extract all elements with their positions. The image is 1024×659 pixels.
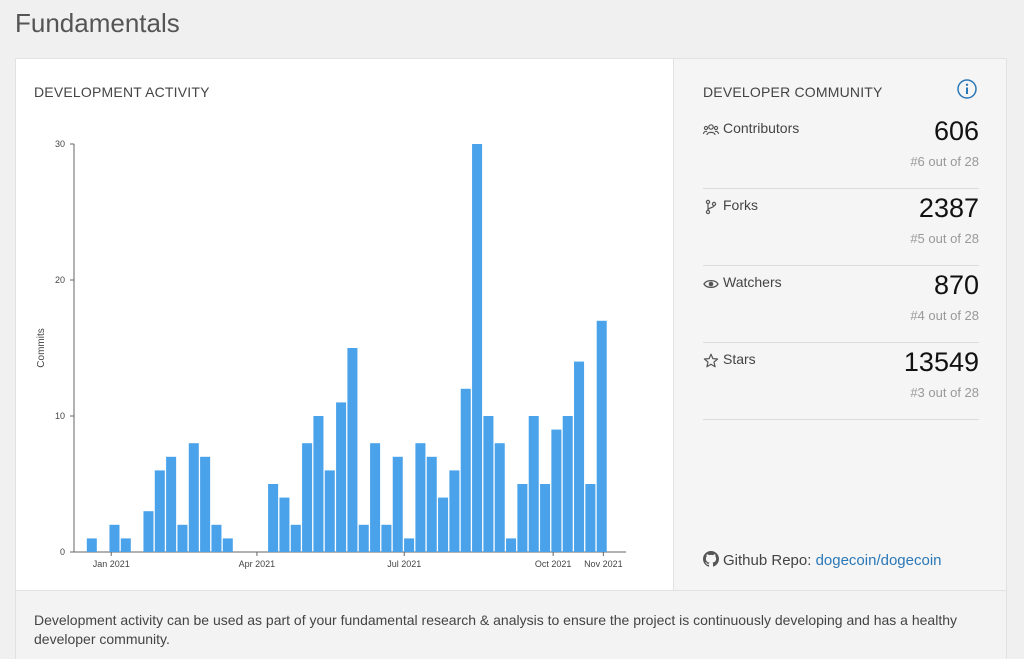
chart-bar	[404, 538, 415, 552]
chart-bar	[109, 524, 120, 552]
chart-bar	[562, 416, 573, 552]
chart-bar	[347, 348, 358, 552]
chart-bar	[517, 484, 528, 552]
metric-label: Contributors	[723, 120, 800, 136]
footer: Development activity can be used as part…	[16, 590, 1006, 659]
info-icon[interactable]	[957, 79, 977, 99]
chart-bar	[358, 524, 369, 552]
metric-rank: #5 out of 28	[910, 231, 979, 246]
metric-label: Stars	[723, 351, 756, 367]
chart-bar	[313, 416, 324, 552]
github-repo-row: Github Repo: dogecoin/dogecoin	[703, 551, 942, 569]
chart-bar	[528, 416, 539, 552]
chart-bar	[483, 416, 494, 552]
chart-bar	[200, 456, 211, 552]
y-tick-label: 0	[60, 547, 65, 557]
x-tick-label: Apr 2021	[239, 559, 276, 569]
footer-text: Development activity can be used as part…	[34, 612, 957, 647]
metric-contributors: Contributors 606 #6 out of 28	[703, 112, 979, 189]
metric-label: Watchers	[723, 274, 782, 290]
metric-rank: #6 out of 28	[910, 154, 979, 169]
chart-bar	[438, 497, 449, 552]
metric-rank: #4 out of 28	[910, 308, 979, 323]
x-tick-label: Nov 2021	[584, 559, 623, 569]
chart-bar	[154, 470, 165, 552]
y-axis-label: Commits	[36, 328, 47, 367]
chart-bar	[336, 402, 347, 552]
chart-bar	[86, 538, 97, 552]
chart-bar	[596, 320, 607, 552]
chart-bar	[188, 443, 199, 552]
chart-bar	[290, 524, 301, 552]
chart-bar	[506, 538, 517, 552]
chart-bar	[222, 538, 233, 552]
fork-icon	[705, 199, 717, 215]
chart-bar	[540, 484, 551, 552]
eye-icon	[703, 279, 719, 289]
chart-bar	[302, 443, 313, 552]
metric-value: 2387	[918, 193, 979, 223]
development-activity-panel: DEVELOPMENT ACTIVITY 0 10 20 30 Commits Jan 2…	[16, 59, 673, 590]
developer-community-panel: DEVELOPER COMMUNITY Contributors 606 #6 …	[673, 59, 1006, 590]
developer-community-title: DEVELOPER COMMUNITY	[703, 84, 883, 100]
metric-watchers: Watchers 870 #4 out of 28	[703, 266, 979, 343]
fundamentals-card: DEVELOPMENT ACTIVITY 0 10 20 30 Commits Jan 2…	[15, 58, 1007, 659]
y-tick-label: 30	[55, 139, 65, 149]
chart-bar	[494, 443, 505, 552]
chart-bar	[143, 511, 154, 552]
chart-bar	[415, 443, 426, 552]
page-title: Fundamentals	[15, 8, 180, 38]
github-repo-label: Github Repo:	[723, 552, 812, 569]
metric-value: 606	[933, 116, 979, 146]
x-tick-label: Oct 2021	[535, 559, 572, 569]
chart-bar	[120, 538, 131, 552]
x-tick-label: Jan 2021	[93, 559, 130, 569]
chart-bar	[449, 470, 460, 552]
chart-bar	[177, 524, 188, 552]
metric-value: 870	[933, 270, 979, 300]
x-tick-label: Jul 2021	[387, 559, 421, 569]
metric-forks: Forks 2387 #5 out of 28	[703, 189, 979, 266]
metric-value: 13549	[903, 347, 979, 377]
chart-bar	[551, 429, 562, 552]
metric-label: Forks	[723, 197, 758, 213]
development-activity-chart: 0 10 20 30 Commits Jan 2021 Apr 2021 Jul 2021 Oc…	[36, 139, 626, 569]
star-icon	[703, 353, 719, 368]
chart-bar	[381, 524, 392, 552]
chart-bar	[472, 144, 483, 552]
contributors-icon	[703, 124, 719, 136]
y-tick-label: 20	[55, 275, 65, 285]
chart-bar	[426, 456, 437, 552]
chart-bar	[324, 470, 335, 552]
chart-bar	[585, 484, 596, 552]
chart-bar	[370, 443, 381, 552]
chart-bar	[574, 361, 585, 552]
y-tick-label: 10	[55, 411, 65, 421]
github-repo-link[interactable]: dogecoin/dogecoin	[816, 552, 942, 569]
metric-stars: Stars 13549 #3 out of 28	[703, 343, 979, 420]
chart-bar	[460, 388, 471, 552]
github-icon	[703, 551, 719, 567]
chart-bar	[268, 484, 279, 552]
chart-bar	[166, 456, 177, 552]
chart-bar	[392, 456, 403, 552]
metric-rank: #3 out of 28	[910, 385, 979, 400]
chart-bar	[211, 524, 222, 552]
chart-bar	[279, 497, 290, 552]
